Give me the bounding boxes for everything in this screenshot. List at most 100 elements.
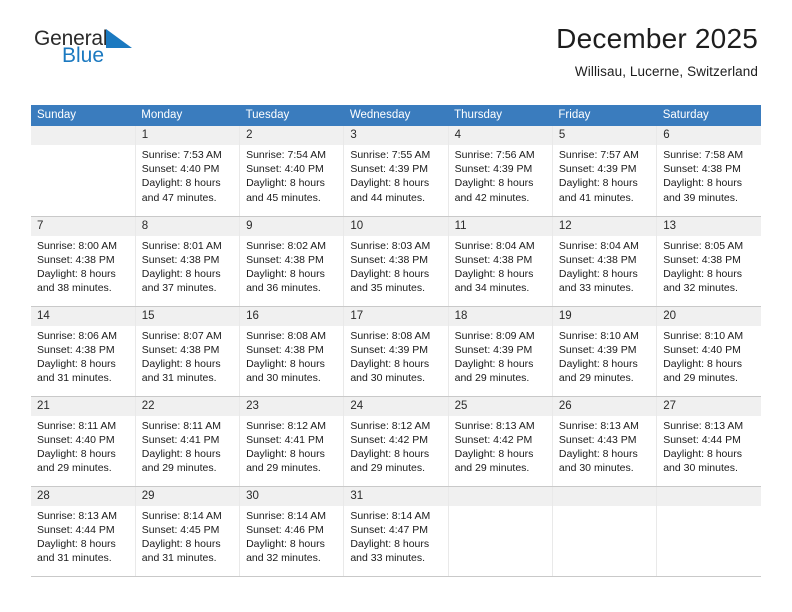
calendar-day-cell[interactable]: 2 Sunrise: 7:54 AM Sunset: 4:40 PM Daylight… bbox=[239, 126, 345, 217]
daylight-duration-line1: Daylight: 8 hours bbox=[350, 267, 430, 280]
day-number: 15 bbox=[135, 306, 240, 326]
calendar-day-cell[interactable]: 21 Sunrise: 8:11 AM Sunset: 4:40 PM Dayligh… bbox=[31, 396, 136, 487]
sunset-time: Sunset: 4:38 PM bbox=[246, 343, 324, 356]
sunrise-time: Sunrise: 8:04 AM bbox=[454, 239, 535, 252]
generalblue-logo[interactable]: General Blue bbox=[34, 28, 133, 66]
sunrise-time: Sunrise: 8:13 AM bbox=[454, 419, 535, 432]
sunset-time: Sunset: 4:38 PM bbox=[350, 253, 428, 266]
calendar-day-cell[interactable]: 31 Sunrise: 8:14 AM Sunset: 4:47 PM Dayligh… bbox=[343, 486, 449, 577]
day-number: 12 bbox=[552, 216, 657, 236]
day-sun-info: Sunrise: 8:13 AM Sunset: 4:44 PM Daylight:… bbox=[31, 506, 135, 566]
calendar-day-cell[interactable]: 6 Sunrise: 7:58 AM Sunset: 4:38 PM Daylight… bbox=[656, 126, 761, 217]
sunrise-time: Sunrise: 7:56 AM bbox=[454, 149, 535, 161]
calendar-day-cell[interactable]: 23 Sunrise: 8:12 AM Sunset: 4:41 PM Dayligh… bbox=[239, 396, 345, 487]
calendar-day-cell[interactable]: 5 Sunrise: 7:57 AM Sunset: 4:39 PM Daylight… bbox=[552, 126, 658, 217]
daylight-duration-line1: Daylight: 8 hours bbox=[246, 177, 325, 190]
calendar-day-cell[interactable]: 26 Sunrise: 8:13 AM Sunset: 4:43 PM Dayligh… bbox=[552, 396, 658, 487]
sunrise-time: Sunrise: 8:06 AM bbox=[37, 329, 117, 342]
daylight-duration-line1: Daylight: 8 hours bbox=[663, 447, 742, 460]
day-sun-info: Sunrise: 8:13 AM Sunset: 4:43 PM Daylight:… bbox=[553, 416, 656, 476]
day-number: 24 bbox=[344, 396, 448, 416]
day-sun-info: Sunrise: 8:13 AM Sunset: 4:44 PM Daylight:… bbox=[657, 416, 761, 476]
day-sun-info: Sunrise: 8:00 AM Sunset: 4:38 PM Daylight:… bbox=[31, 236, 135, 296]
daylight-duration-line2: and 33 minutes. bbox=[558, 282, 634, 295]
calendar-day-cell[interactable]: 8 Sunrise: 8:01 AM Sunset: 4:38 PM Daylight… bbox=[135, 216, 241, 307]
calendar-day-cell[interactable]: 18 Sunrise: 8:09 AM Sunset: 4:39 PM Dayligh… bbox=[448, 306, 553, 397]
calendar-day-cell[interactable]: 19 Sunrise: 8:10 AM Sunset: 4:39 PM Dayligh… bbox=[552, 306, 658, 397]
calendar-day-cell[interactable]: 11 Sunrise: 8:04 AM Sunset: 4:38 PM Dayligh… bbox=[448, 216, 553, 307]
sunrise-time: Sunrise: 8:12 AM bbox=[350, 419, 431, 432]
calendar-day-cell[interactable]: 30 Sunrise: 8:14 AM Sunset: 4:46 PM Dayligh… bbox=[239, 486, 345, 577]
sunset-time: Sunset: 4:38 PM bbox=[141, 343, 220, 356]
sunset-time: Sunset: 4:40 PM bbox=[37, 433, 115, 446]
daylight-duration-line1: Daylight: 8 hours bbox=[663, 357, 742, 370]
sunrise-time: Sunrise: 8:14 AM bbox=[246, 509, 327, 522]
daylight-duration-line1: Daylight: 8 hours bbox=[454, 357, 534, 370]
day-number: 17 bbox=[344, 306, 448, 326]
daylight-duration-line1: Daylight: 8 hours bbox=[558, 447, 638, 460]
calendar-day-cell[interactable]: 15 Sunrise: 8:07 AM Sunset: 4:38 PM Dayligh… bbox=[135, 306, 241, 397]
sunset-time: Sunset: 4:39 PM bbox=[350, 343, 428, 356]
sunset-time: Sunset: 4:41 PM bbox=[141, 433, 220, 446]
calendar-day-cell[interactable]: 16 Sunrise: 8:08 AM Sunset: 4:38 PM Dayligh… bbox=[239, 306, 345, 397]
sunset-time: Sunset: 4:38 PM bbox=[141, 253, 220, 266]
daylight-duration-line2: and 30 minutes. bbox=[350, 372, 426, 385]
day-number: 27 bbox=[657, 396, 761, 416]
calendar-empty-cell bbox=[656, 486, 761, 577]
calendar-day-cell[interactable]: 1 Sunrise: 7:53 AM Sunset: 4:40 PM Daylight… bbox=[135, 126, 241, 217]
day-sun-info: Sunrise: 8:03 AM Sunset: 4:38 PM Daylight:… bbox=[344, 236, 447, 296]
day-sun-info: Sunrise: 8:10 AM Sunset: 4:40 PM Daylight:… bbox=[657, 326, 761, 386]
calendar-day-cell[interactable]: 7 Sunrise: 8:00 AM Sunset: 4:38 PM Daylight… bbox=[31, 216, 136, 307]
calendar-week-row: 1 Sunrise: 7:53 AM Sunset: 4:40 PM Daylight… bbox=[31, 126, 761, 217]
calendar-day-cell[interactable]: 3 Sunrise: 7:55 AM Sunset: 4:39 PM Daylight… bbox=[343, 126, 449, 217]
daylight-duration-line2: and 31 minutes. bbox=[37, 552, 112, 565]
sunrise-time: Sunrise: 8:10 AM bbox=[663, 329, 744, 342]
day-sun-info: Sunrise: 8:10 AM Sunset: 4:39 PM Daylight:… bbox=[553, 326, 656, 386]
sunrise-time: Sunrise: 8:13 AM bbox=[37, 509, 117, 522]
daylight-duration-line2: and 34 minutes. bbox=[454, 282, 530, 295]
page-subtitle: Willisau, Lucerne, Switzerland bbox=[574, 63, 758, 79]
calendar-day-cell[interactable]: 24 Sunrise: 8:12 AM Sunset: 4:42 PM Dayligh… bbox=[343, 396, 449, 487]
sunset-time: Sunset: 4:39 PM bbox=[350, 163, 428, 176]
calendar-day-cell[interactable]: 10 Sunrise: 8:03 AM Sunset: 4:38 PM Dayligh… bbox=[343, 216, 449, 307]
daylight-duration-line2: and 29 minutes. bbox=[558, 372, 634, 385]
day-number bbox=[31, 126, 135, 145]
calendar-grid: Sunday Monday Tuesday Wednesday Thursday… bbox=[31, 105, 761, 577]
calendar-day-cell[interactable]: 28 Sunrise: 8:13 AM Sunset: 4:44 PM Dayligh… bbox=[31, 486, 136, 577]
day-sun-info: Sunrise: 8:08 AM Sunset: 4:38 PM Daylight:… bbox=[240, 326, 343, 386]
sunrise-time: Sunrise: 8:14 AM bbox=[141, 509, 222, 522]
sunset-time: Sunset: 4:38 PM bbox=[37, 343, 115, 356]
daylight-duration-line1: Daylight: 8 hours bbox=[454, 267, 534, 280]
sunrise-time: Sunrise: 8:13 AM bbox=[558, 419, 639, 432]
daylight-duration-line2: and 38 minutes. bbox=[37, 282, 112, 295]
day-sun-info: Sunrise: 8:12 AM Sunset: 4:41 PM Daylight:… bbox=[240, 416, 343, 476]
calendar-day-cell[interactable]: 22 Sunrise: 8:11 AM Sunset: 4:41 PM Dayligh… bbox=[135, 396, 241, 487]
sunrise-time: Sunrise: 8:04 AM bbox=[558, 239, 639, 252]
daylight-duration-line2: and 45 minutes. bbox=[246, 191, 321, 204]
weekday-header-sunday: Sunday bbox=[31, 105, 136, 126]
calendar-day-cell[interactable]: 27 Sunrise: 8:13 AM Sunset: 4:44 PM Dayligh… bbox=[656, 396, 761, 487]
sunset-time: Sunset: 4:42 PM bbox=[350, 433, 428, 446]
sunset-time: Sunset: 4:45 PM bbox=[141, 523, 220, 536]
day-number: 7 bbox=[31, 216, 135, 236]
calendar-day-cell[interactable]: 17 Sunrise: 8:08 AM Sunset: 4:39 PM Dayligh… bbox=[343, 306, 449, 397]
day-sun-info: Sunrise: 8:06 AM Sunset: 4:38 PM Daylight:… bbox=[31, 326, 135, 386]
daylight-duration-line2: and 30 minutes. bbox=[558, 462, 634, 475]
calendar-day-cell[interactable]: 14 Sunrise: 8:06 AM Sunset: 4:38 PM Dayligh… bbox=[31, 306, 136, 397]
calendar-day-cell[interactable]: 25 Sunrise: 8:13 AM Sunset: 4:42 PM Dayligh… bbox=[448, 396, 553, 487]
calendar-day-cell[interactable]: 9 Sunrise: 8:02 AM Sunset: 4:38 PM Daylight… bbox=[239, 216, 345, 307]
calendar-day-cell[interactable]: 4 Sunrise: 7:56 AM Sunset: 4:39 PM Daylight… bbox=[448, 126, 553, 217]
calendar-day-cell[interactable]: 13 Sunrise: 8:05 AM Sunset: 4:38 PM Dayligh… bbox=[656, 216, 761, 307]
daylight-duration-line1: Daylight: 8 hours bbox=[558, 177, 638, 190]
calendar-day-cell[interactable]: 20 Sunrise: 8:10 AM Sunset: 4:40 PM Dayligh… bbox=[656, 306, 761, 397]
calendar-day-cell[interactable]: 29 Sunrise: 8:14 AM Sunset: 4:45 PM Dayligh… bbox=[135, 486, 241, 577]
calendar-day-cell[interactable]: 12 Sunrise: 8:04 AM Sunset: 4:38 PM Dayligh… bbox=[552, 216, 658, 307]
day-number: 2 bbox=[240, 126, 344, 145]
sunset-time: Sunset: 4:47 PM bbox=[350, 523, 428, 536]
sunset-time: Sunset: 4:39 PM bbox=[454, 163, 533, 176]
day-sun-info: Sunrise: 8:07 AM Sunset: 4:38 PM Daylight:… bbox=[136, 326, 239, 386]
sunset-time: Sunset: 4:39 PM bbox=[454, 343, 533, 356]
daylight-duration-line2: and 31 minutes. bbox=[37, 372, 112, 385]
day-number: 5 bbox=[552, 126, 657, 145]
day-sun-info: Sunrise: 8:09 AM Sunset: 4:39 PM Daylight:… bbox=[449, 326, 552, 386]
